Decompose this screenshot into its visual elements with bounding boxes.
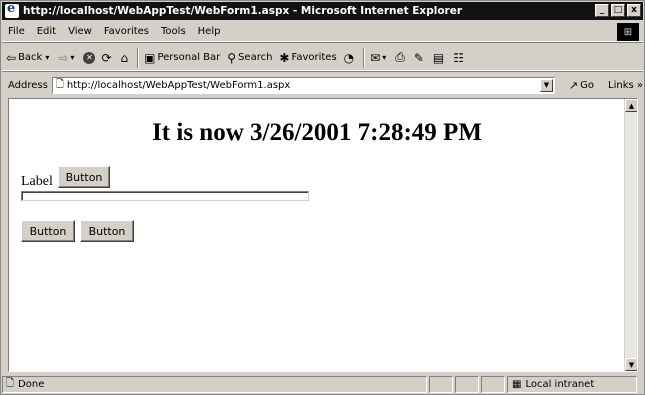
windows-flag-icon: ⊞ [617, 23, 639, 41]
search-icon: ⚲ [227, 50, 237, 65]
home-icon: ⌂ [120, 50, 129, 65]
status-cell [429, 375, 453, 393]
search-button[interactable]: ⚲ Search [227, 51, 272, 65]
close-button[interactable]: x [627, 4, 641, 17]
go-button[interactable]: ↗ Go [569, 79, 594, 92]
stop-icon[interactable]: ✕ [83, 51, 96, 64]
chevron-down-icon: ▾ [70, 53, 75, 62]
messenger-icon: ☷ [453, 50, 464, 65]
scroll-down-button[interactable]: ▼ [625, 358, 637, 371]
address-input[interactable]: 🗋 http://localhost/WebAppTest/WebForm1.a… [51, 76, 555, 94]
page-button-2[interactable]: Button [21, 220, 75, 242]
discuss-icon: ▤ [432, 50, 445, 65]
refresh-button[interactable]: ⟳ [101, 51, 113, 65]
toolbar-separator [363, 47, 366, 68]
menu-file[interactable]: File [2, 26, 31, 37]
toolbar: ⇦ Back ▾ ⇨ ▾ ✕ ⟳ ⌂ ▣ Personal Bar ⚲ Sear… [2, 45, 643, 71]
address-label: Address [8, 79, 48, 91]
page-viewport: It is now 3/26/2001 7:28:49 PM Label But… [8, 98, 638, 372]
page-done-icon: 🗋 [6, 377, 15, 389]
status-bar: 🗋 Done ▦ Local intranet [2, 374, 643, 394]
forward-arrow-icon: ⇨ [58, 50, 69, 65]
menu-view[interactable]: View [62, 26, 98, 37]
menu-edit[interactable]: Edit [31, 26, 62, 37]
home-button[interactable]: ⌂ [121, 51, 131, 65]
page-button-3[interactable]: Button [80, 220, 134, 242]
page-heading: It is now 3/26/2001 7:28:49 PM [152, 119, 482, 146]
status-cell [455, 375, 479, 393]
go-arrow-icon: ↗ [568, 78, 579, 92]
favorites-button[interactable]: ✱ Favorites [279, 51, 336, 65]
browser-window: http://localhost/WebAppTest/WebForm1.asp… [0, 0, 645, 395]
discuss-button[interactable]: ▤ [433, 51, 446, 65]
label-text: Label [21, 174, 53, 189]
back-label: Back [18, 52, 43, 63]
status-panel: 🗋 Done [2, 375, 427, 393]
page-icon: 🗋 [55, 78, 64, 90]
internet-explorer-icon [5, 1, 19, 18]
favorites-icon: ✱ [279, 50, 290, 65]
zone-label: Local intranet [525, 378, 595, 390]
mail-icon: ✉ [370, 50, 381, 65]
back-button[interactable]: ⇦ Back ▾ [6, 51, 51, 65]
menu-bar: File Edit View Favorites Tools Help ⊞ [2, 22, 643, 42]
history-button[interactable]: ◔ [344, 51, 356, 65]
security-zone: ▦ Local intranet [507, 375, 637, 393]
toolbar-separator [137, 47, 140, 68]
messenger-button[interactable]: ☷ [453, 51, 466, 65]
text-input[interactable] [21, 191, 309, 201]
window-title: http://localhost/WebAppTest/WebForm1.asp… [23, 5, 463, 17]
search-label: Search [238, 52, 273, 63]
refresh-icon: ⟳ [101, 50, 112, 65]
mail-button[interactable]: ✉ ▾ [370, 51, 388, 65]
print-icon: ⎙ [395, 50, 405, 64]
status-text: Done [18, 378, 45, 390]
print-button[interactable]: ⎙ [395, 50, 407, 65]
menu-help[interactable]: Help [192, 26, 227, 37]
address-bar: Address 🗋 http://localhost/WebAppTest/We… [2, 74, 643, 96]
title-bar: http://localhost/WebAppTest/WebForm1.asp… [2, 1, 643, 20]
personal-bar-button[interactable]: ▣ Personal Bar [144, 51, 220, 65]
status-cell [481, 375, 505, 393]
go-label: Go [580, 79, 594, 91]
chevron-down-icon: ▾ [382, 53, 387, 62]
page-button-1[interactable]: Button [58, 166, 110, 188]
history-icon: ◔ [343, 50, 355, 65]
chevron-down-icon: ▾ [45, 53, 50, 62]
links-button[interactable]: Links » [608, 80, 643, 91]
favorites-label: Favorites [291, 52, 337, 63]
menu-favorites[interactable]: Favorites [98, 26, 155, 37]
minimize-button[interactable]: _ [595, 4, 609, 17]
menu-tools[interactable]: Tools [155, 26, 192, 37]
personal-bar-label: Personal Bar [157, 52, 221, 63]
address-url: http://localhost/WebAppTest/WebForm1.asp… [66, 79, 291, 91]
edit-icon: ✎ [413, 50, 424, 65]
vertical-scrollbar[interactable]: ▲ ▼ [624, 99, 637, 371]
maximize-button[interactable]: □ [611, 4, 625, 17]
address-dropdown-button[interactable]: ▼ [539, 78, 553, 92]
personal-bar-icon: ▣ [144, 50, 156, 65]
edit-button[interactable]: ✎ [414, 51, 426, 65]
back-arrow-icon: ⇦ [6, 50, 17, 65]
intranet-zone-icon: ▦ [512, 378, 522, 390]
scroll-up-button[interactable]: ▲ [625, 99, 637, 112]
forward-button[interactable]: ⇨ ▾ [58, 51, 76, 65]
